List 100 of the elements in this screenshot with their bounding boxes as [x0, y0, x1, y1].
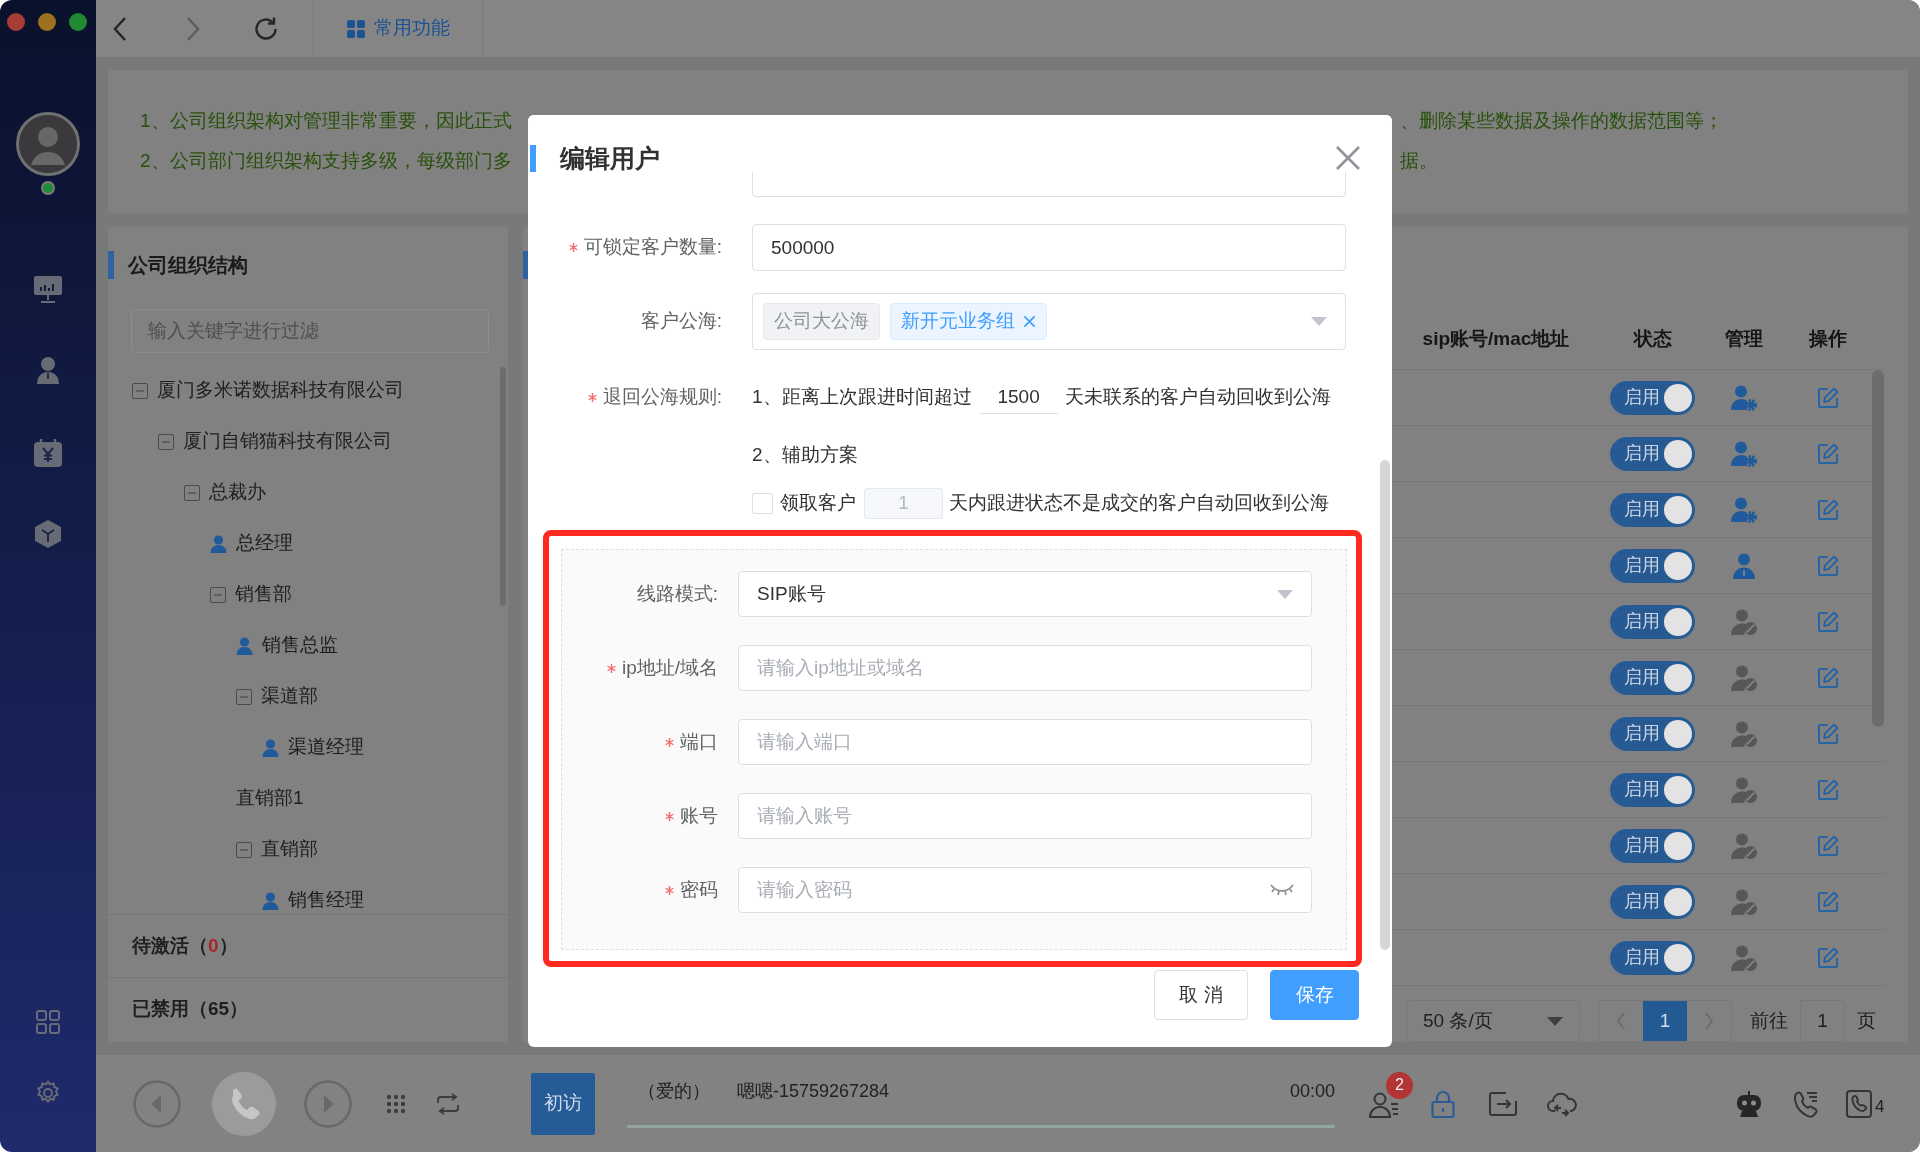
status-filter[interactable]: 已禁用（65） — [132, 996, 249, 1022]
input-field[interactable]: 500000 — [752, 224, 1346, 271]
save-button[interactable]: 保存 — [1270, 970, 1359, 1020]
tag[interactable]: 新开元业务组 — [890, 303, 1047, 340]
phone-icon[interactable] — [1846, 1089, 1872, 1118]
status-switch[interactable]: 启用 — [1610, 716, 1695, 751]
tree-item[interactable]: 渠道部 — [261, 684, 318, 709]
repeat-icon[interactable] — [435, 1092, 461, 1115]
user-slash-icon[interactable] — [1731, 776, 1757, 803]
input-field[interactable] — [752, 172, 1346, 197]
tree-item[interactable]: 销售总监 — [262, 633, 338, 658]
settings-icon[interactable] — [35, 1080, 61, 1106]
checkbox[interactable] — [752, 492, 773, 514]
tree-item[interactable]: 总裁办 — [209, 480, 266, 505]
user-gear-icon[interactable] — [1731, 384, 1757, 411]
field-label: 账号 — [680, 803, 718, 828]
calendar-icon[interactable] — [33, 438, 63, 468]
close-icon[interactable] — [1335, 145, 1361, 171]
tree-item[interactable]: 厦门多米诺数据科技有限公司 — [157, 378, 404, 403]
status-filter[interactable]: 待激活（0） — [132, 933, 238, 959]
refresh-icon[interactable] — [253, 15, 279, 42]
cube-icon[interactable] — [33, 519, 63, 549]
edit-icon[interactable] — [1817, 554, 1839, 577]
zoom-window-icon[interactable] — [69, 13, 87, 31]
collapse-icon[interactable] — [236, 841, 252, 858]
user-slash-icon[interactable] — [1731, 832, 1757, 859]
export-icon[interactable] — [1489, 1091, 1517, 1116]
visit-type-button[interactable]: 初访 — [531, 1072, 595, 1135]
user-slash-icon[interactable] — [1731, 608, 1757, 635]
robot-icon[interactable] — [1735, 1089, 1763, 1118]
page-size-select[interactable]: 50 条/页 — [1406, 1000, 1580, 1042]
grid-icon[interactable] — [36, 1010, 60, 1034]
status-switch[interactable]: 启用 — [1610, 548, 1695, 583]
edit-icon[interactable] — [1817, 610, 1839, 633]
select-field[interactable]: SIP账号 — [738, 571, 1312, 617]
page-input[interactable]: 1 — [1800, 1000, 1845, 1042]
input-field[interactable]: 请输入ip地址或域名 — [738, 645, 1312, 691]
collapse-icon[interactable] — [236, 688, 252, 705]
avatar-icon — [16, 112, 80, 176]
status-switch[interactable]: 启用 — [1610, 660, 1695, 695]
edit-icon[interactable] — [1817, 890, 1839, 913]
tag[interactable]: 公司大公海 — [763, 303, 880, 340]
collapse-icon[interactable] — [132, 382, 148, 399]
phone-list-icon[interactable] — [1793, 1089, 1819, 1118]
phone-icon[interactable] — [212, 1071, 276, 1136]
collapse-icon[interactable] — [210, 586, 226, 603]
status-switch[interactable]: 启用 — [1610, 828, 1695, 863]
close-window-icon[interactable] — [7, 13, 25, 31]
sync-icon[interactable] — [1547, 1090, 1577, 1117]
user-slash-icon[interactable] — [1731, 944, 1757, 971]
input-field[interactable]: 请输入端口 — [738, 719, 1312, 765]
minimize-window-icon[interactable] — [38, 13, 56, 31]
edit-icon[interactable] — [1817, 386, 1839, 409]
previous-icon[interactable] — [133, 1079, 181, 1128]
edit-icon[interactable] — [1817, 778, 1839, 801]
status-switch[interactable]: 启用 — [1610, 940, 1695, 975]
tree-item[interactable]: 直销部 — [261, 837, 318, 862]
forward-icon[interactable] — [185, 15, 201, 42]
edit-icon[interactable] — [1817, 834, 1839, 857]
user-gear-icon[interactable] — [1731, 440, 1757, 467]
user-gear-icon[interactable] — [1731, 496, 1757, 523]
tree-item[interactable]: 销售部 — [235, 582, 292, 607]
status-switch[interactable]: 启用 — [1610, 884, 1695, 919]
person-icon[interactable] — [34, 356, 62, 384]
monitor-icon[interactable] — [33, 275, 63, 303]
user-icon[interactable] — [1731, 552, 1757, 579]
edit-icon[interactable] — [1817, 946, 1839, 969]
page-button[interactable]: 1 — [1643, 1001, 1687, 1041]
tree-item[interactable]: 销售经理 — [288, 888, 364, 913]
edit-icon[interactable] — [1817, 442, 1839, 465]
remove-icon[interactable] — [1023, 315, 1036, 328]
dialpad-icon[interactable] — [386, 1093, 406, 1114]
back-icon[interactable] — [112, 15, 128, 42]
status-switch[interactable]: 启用 — [1610, 604, 1695, 639]
status-switch[interactable]: 启用 — [1610, 492, 1695, 527]
tree-item[interactable]: 渠道经理 — [288, 735, 364, 760]
password-field[interactable]: 请输入密码 — [738, 867, 1312, 913]
collapse-icon[interactable] — [158, 433, 174, 450]
status-switch[interactable]: 启用 — [1610, 436, 1695, 471]
lock-icon[interactable] — [1431, 1089, 1455, 1118]
checkbox-label[interactable]: 领取客户 — [780, 490, 856, 516]
edit-icon[interactable] — [1817, 722, 1839, 745]
select-field[interactable]: 公司大公海 新开元业务组 — [752, 293, 1346, 350]
user-slash-icon[interactable] — [1731, 720, 1757, 747]
status-switch[interactable]: 启用 — [1610, 380, 1695, 415]
scrollbar-thumb[interactable] — [1380, 460, 1390, 950]
user-slash-icon[interactable] — [1731, 664, 1757, 691]
tree-item[interactable]: 总经理 — [236, 531, 293, 556]
cancel-button[interactable]: 取 消 — [1154, 970, 1248, 1020]
tree-item[interactable]: 直销部1 — [236, 786, 304, 811]
edit-icon[interactable] — [1817, 666, 1839, 689]
next-icon[interactable] — [304, 1079, 352, 1128]
input-field[interactable]: 请输入账号 — [738, 793, 1312, 839]
notification-badge: 2 — [1386, 1071, 1413, 1099]
eye-closed-icon[interactable] — [1270, 883, 1294, 897]
tree-item[interactable]: 厦门自销猫科技有限公司 — [183, 429, 392, 454]
status-switch[interactable]: 启用 — [1610, 772, 1695, 807]
user-slash-icon[interactable] — [1731, 888, 1757, 915]
edit-icon[interactable] — [1817, 498, 1839, 521]
collapse-icon[interactable] — [184, 484, 200, 501]
